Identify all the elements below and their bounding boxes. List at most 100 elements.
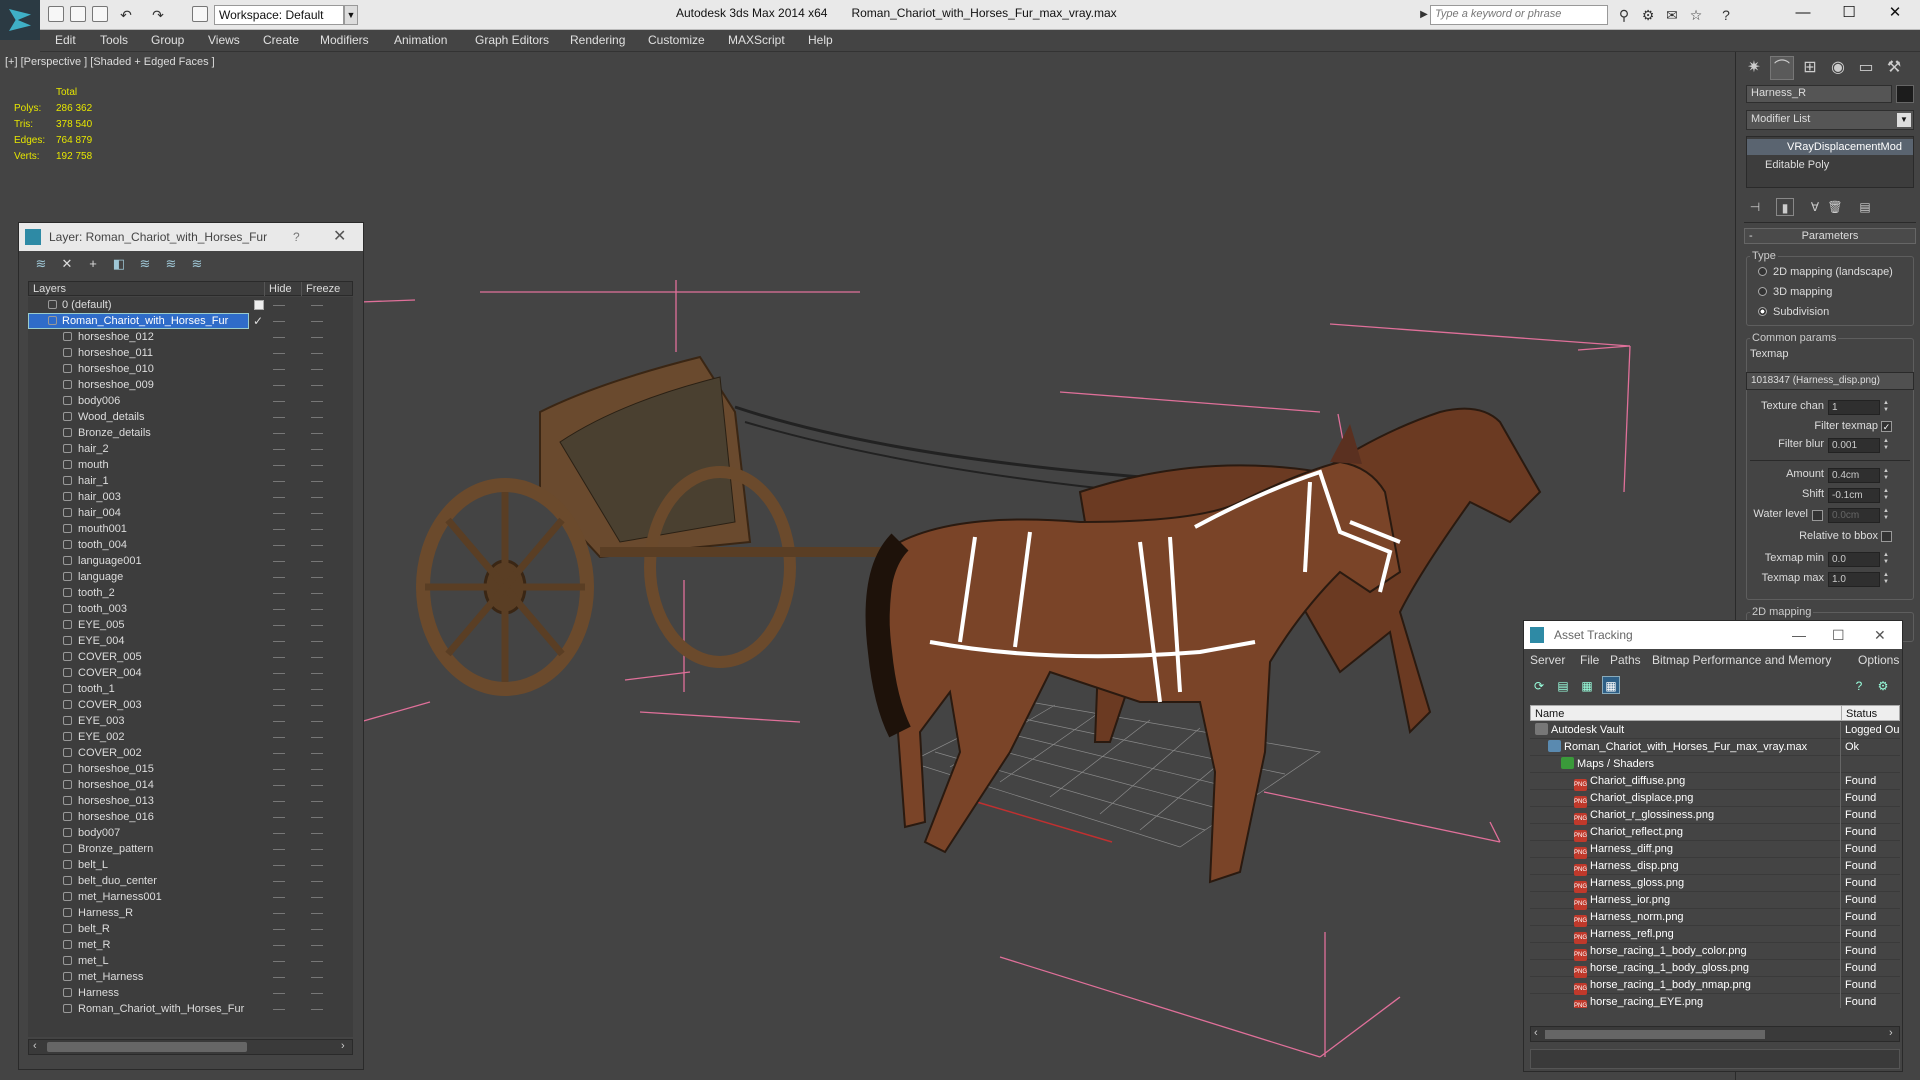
hierarchy-tab-icon[interactable]: ⊞ bbox=[1798, 56, 1822, 80]
layer-item[interactable]: mouth bbox=[28, 457, 353, 473]
settings-icon[interactable]: ⚙ bbox=[1874, 676, 1892, 694]
layer-item[interactable]: met_Harness bbox=[28, 969, 353, 985]
layer-item[interactable]: horseshoe_011 bbox=[28, 345, 353, 361]
binoculars-icon[interactable]: ⚲ bbox=[1616, 7, 1632, 23]
col-layers[interactable]: Layers bbox=[29, 282, 66, 296]
water-level-checkbox[interactable] bbox=[1812, 510, 1823, 521]
layer-item[interactable]: language bbox=[28, 569, 353, 585]
layer-item[interactable]: met_R bbox=[28, 937, 353, 953]
layer-item[interactable]: EYE_004 bbox=[28, 633, 353, 649]
maximize-icon[interactable]: ☐ bbox=[1832, 621, 1845, 649]
asset-row[interactable]: PNG Harness_refl.png Found bbox=[1530, 926, 1900, 944]
layer-item[interactable]: body007 bbox=[28, 825, 353, 841]
asset-row[interactable]: PNG Chariot_reflect.png Found bbox=[1530, 824, 1900, 842]
chevron-down-icon[interactable]: ▼ bbox=[344, 5, 358, 25]
hide-toggle[interactable] bbox=[273, 913, 285, 914]
freeze-toggle[interactable] bbox=[311, 977, 323, 978]
freeze-toggle[interactable] bbox=[311, 593, 323, 594]
communication-icon[interactable]: ✉ bbox=[1664, 7, 1680, 23]
layer-item[interactable]: hair_1 bbox=[28, 473, 353, 489]
asset-row[interactable]: Maps / Shaders bbox=[1530, 756, 1900, 773]
asset-row[interactable]: PNG Harness_disp.png Found bbox=[1530, 858, 1900, 876]
asset-row[interactable]: PNG Harness_diff.png Found bbox=[1530, 841, 1900, 859]
layer-item[interactable]: COVER_003 bbox=[28, 697, 353, 713]
layer-item[interactable]: Harness bbox=[28, 985, 353, 1001]
refresh-icon[interactable]: ⟳ bbox=[1530, 676, 1548, 694]
save-file-icon[interactable] bbox=[92, 6, 108, 22]
layer-item[interactable]: tooth_1 bbox=[28, 681, 353, 697]
freeze-toggle[interactable] bbox=[311, 865, 323, 866]
layer-window-titlebar[interactable]: Layer: Roman_Chariot_with_Horses_Fur ? ✕ bbox=[19, 223, 363, 251]
hide-toggle[interactable] bbox=[273, 929, 285, 930]
minimize-icon[interactable]: — bbox=[1792, 621, 1806, 649]
amount-field[interactable]: 0.4cm bbox=[1828, 468, 1880, 483]
freeze-toggle[interactable] bbox=[311, 337, 323, 338]
hide-toggle[interactable] bbox=[273, 433, 285, 434]
water-level-field[interactable]: 0.0cm bbox=[1828, 508, 1880, 523]
menu-create[interactable]: Create bbox=[263, 33, 299, 47]
layer-item[interactable]: EYE_003 bbox=[28, 713, 353, 729]
freeze-toggle[interactable] bbox=[311, 913, 323, 914]
hide-toggle[interactable] bbox=[273, 337, 285, 338]
layer-item[interactable]: met_L bbox=[28, 953, 353, 969]
freeze-toggle[interactable] bbox=[311, 609, 323, 610]
layer-item[interactable]: EYE_005 bbox=[28, 617, 353, 633]
menu-graph-editors[interactable]: Graph Editors bbox=[475, 33, 549, 47]
spinner-icon[interactable]: ▲ ▼ bbox=[1882, 400, 1890, 415]
hide-toggle[interactable] bbox=[273, 609, 285, 610]
spinner-icon[interactable]: ▲ ▼ bbox=[1882, 468, 1890, 483]
asset-row[interactable]: PNG Harness_ior.png Found bbox=[1530, 892, 1900, 910]
freeze-toggle[interactable] bbox=[311, 465, 323, 466]
layer-item[interactable]: horseshoe_016 bbox=[28, 809, 353, 825]
freeze-toggle[interactable] bbox=[311, 961, 323, 962]
freeze-toggle[interactable] bbox=[311, 801, 323, 802]
freeze-toggle[interactable] bbox=[311, 817, 323, 818]
layer-item[interactable]: horseshoe_012 bbox=[28, 329, 353, 345]
layer-item[interactable]: horseshoe_015 bbox=[28, 761, 353, 777]
asset-row[interactable]: PNG horse_racing_1_body_nmap.png Found bbox=[1530, 977, 1900, 995]
freeze-toggle[interactable] bbox=[311, 753, 323, 754]
help-icon[interactable]: ? bbox=[293, 223, 300, 251]
asset-row[interactable]: PNG Harness_norm.png Found bbox=[1530, 909, 1900, 927]
menu-rendering[interactable]: Rendering bbox=[570, 33, 625, 47]
layer-item[interactable]: met_Harness001 bbox=[28, 889, 353, 905]
project-folder-icon[interactable] bbox=[192, 6, 208, 22]
hide-toggle[interactable] bbox=[273, 385, 285, 386]
hide-toggle[interactable] bbox=[273, 945, 285, 946]
hide-toggle[interactable] bbox=[273, 369, 285, 370]
freeze-toggle[interactable] bbox=[311, 545, 323, 546]
hide-toggle[interactable] bbox=[273, 545, 285, 546]
menu-help[interactable]: Help bbox=[808, 33, 833, 47]
freeze-toggle[interactable] bbox=[311, 529, 323, 530]
stack-item-editable-poly[interactable]: Editable Poly bbox=[1747, 157, 1913, 173]
hide-toggle[interactable] bbox=[273, 625, 285, 626]
hide-toggle[interactable] bbox=[273, 721, 285, 722]
freeze-toggle[interactable] bbox=[311, 993, 323, 994]
radio-3d-mapping[interactable]: 3D mapping bbox=[1758, 286, 1832, 298]
hide-toggle[interactable] bbox=[273, 977, 285, 978]
asset-row[interactable]: PNG horse_racing_EYE.png Found bbox=[1530, 994, 1900, 1008]
hide-toggle[interactable] bbox=[273, 705, 285, 706]
spinner-icon[interactable]: ▲ ▼ bbox=[1882, 552, 1890, 567]
layer-item[interactable]: hair_003 bbox=[28, 489, 353, 505]
filter-texmap-checkbox[interactable]: ✓ bbox=[1881, 421, 1892, 432]
hide-toggle[interactable] bbox=[273, 785, 285, 786]
freeze-toggle[interactable] bbox=[311, 561, 323, 562]
object-color-swatch[interactable] bbox=[1896, 85, 1914, 103]
spinner-icon[interactable]: ▲ ▼ bbox=[1882, 572, 1890, 587]
remove-modifier-icon[interactable]: 🗑 bbox=[1826, 198, 1844, 216]
asset-row[interactable]: PNG Chariot_displace.png Found bbox=[1530, 790, 1900, 808]
layer-item[interactable]: Wood_details bbox=[28, 409, 353, 425]
asset-row[interactable]: PNG Chariot_diffuse.png Found bbox=[1530, 773, 1900, 791]
menu-server[interactable]: Server bbox=[1530, 653, 1565, 667]
layer-item[interactable]: horseshoe_010 bbox=[28, 361, 353, 377]
add-to-layer-icon[interactable]: + bbox=[85, 256, 101, 272]
asset-row[interactable]: Autodesk Vault Logged Ou bbox=[1530, 722, 1900, 739]
show-end-result-icon[interactable]: ▮ bbox=[1776, 198, 1794, 216]
freeze-toggle[interactable] bbox=[311, 881, 323, 882]
freeze-toggle[interactable] bbox=[311, 785, 323, 786]
freeze-toggle[interactable] bbox=[311, 513, 323, 514]
freeze-toggle[interactable] bbox=[311, 929, 323, 930]
layer-item[interactable]: tooth_003 bbox=[28, 601, 353, 617]
freeze-toggle[interactable] bbox=[311, 641, 323, 642]
